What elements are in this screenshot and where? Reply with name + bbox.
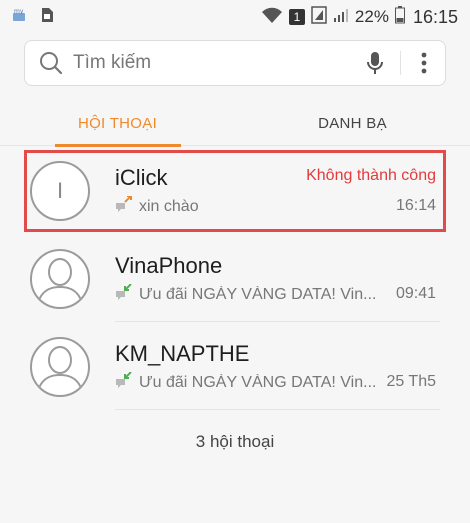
message-preview: Ưu đãi NGÀY VÀNG DATA! Vin... [115,284,385,305]
message-time: 16:14 [395,197,436,214]
outgoing-message-icon [115,196,133,217]
tab-conversations[interactable]: HỘI THOẠI [0,100,235,147]
search-bar[interactable] [24,40,446,86]
clock: 16:15 [412,6,458,27]
message-time: 25 Th5 [386,373,436,390]
message-time: 09:41 [395,285,436,302]
wifi-icon [261,6,283,29]
list-divider [115,409,440,410]
search-input[interactable] [73,52,358,74]
avatar-initial: I [56,178,64,203]
message-preview: Ưu đãi NGÀY VÀNG DATA! Vin... [115,372,385,393]
battery-percent: 22% [354,7,389,26]
conversation-item-km-napthe[interactable]: KM_NAPTHE Ưu đãi NGÀY VÀNG DATA! Vin... … [0,323,470,411]
default-person-icon [32,251,88,307]
contact-name: iClick [115,165,168,190]
preview-text: xin chào [139,197,199,215]
sim-badge: 1 [288,9,305,25]
contact-name: VinaPhone [115,253,223,278]
avatar [30,249,90,309]
search-divider [400,51,401,75]
conversation-item-vinaphone[interactable]: VinaPhone Ưu đãi NGÀY VÀNG DATA! Vin... … [0,235,470,323]
carrier-notification-icon: my [12,8,30,27]
contact-name: KM_NAPTHE [115,341,250,366]
preview-text: Ưu đãi NGÀY VÀNG DATA! Vin... [139,285,377,303]
status-bar: my 1 22% 16:15 [0,0,470,34]
tab-contacts[interactable]: DANH BẠ [235,100,470,146]
default-person-icon [32,339,88,395]
avatar: I [30,161,90,221]
conversation-item-iclick[interactable]: I iClick Không thành công xin chào 16:14 [0,147,470,235]
list-divider [115,321,440,322]
send-failed-status: Không thành công [306,167,436,184]
signal-box-icon [311,5,327,29]
avatar [30,337,90,397]
preview-text: Ưu đãi NGÀY VÀNG DATA! Vin... [139,373,377,391]
battery-icon [394,5,405,29]
microphone-icon[interactable] [358,46,392,80]
more-options-icon[interactable] [409,46,439,80]
svg-text:my: my [14,8,24,15]
search-icon [29,50,73,76]
message-preview: xin chào [115,196,385,217]
incoming-message-icon [115,372,133,393]
sim-card-icon [40,7,54,28]
tab-label: HỘI THOẠI [77,114,158,132]
tab-bar: HỘI THOẠI DANH BẠ [0,100,470,147]
conversation-count: 3 hội thoại [195,432,275,451]
signal-strength-icon [333,7,349,28]
incoming-message-icon [115,284,133,305]
tab-label: DANH BẠ [318,114,387,132]
